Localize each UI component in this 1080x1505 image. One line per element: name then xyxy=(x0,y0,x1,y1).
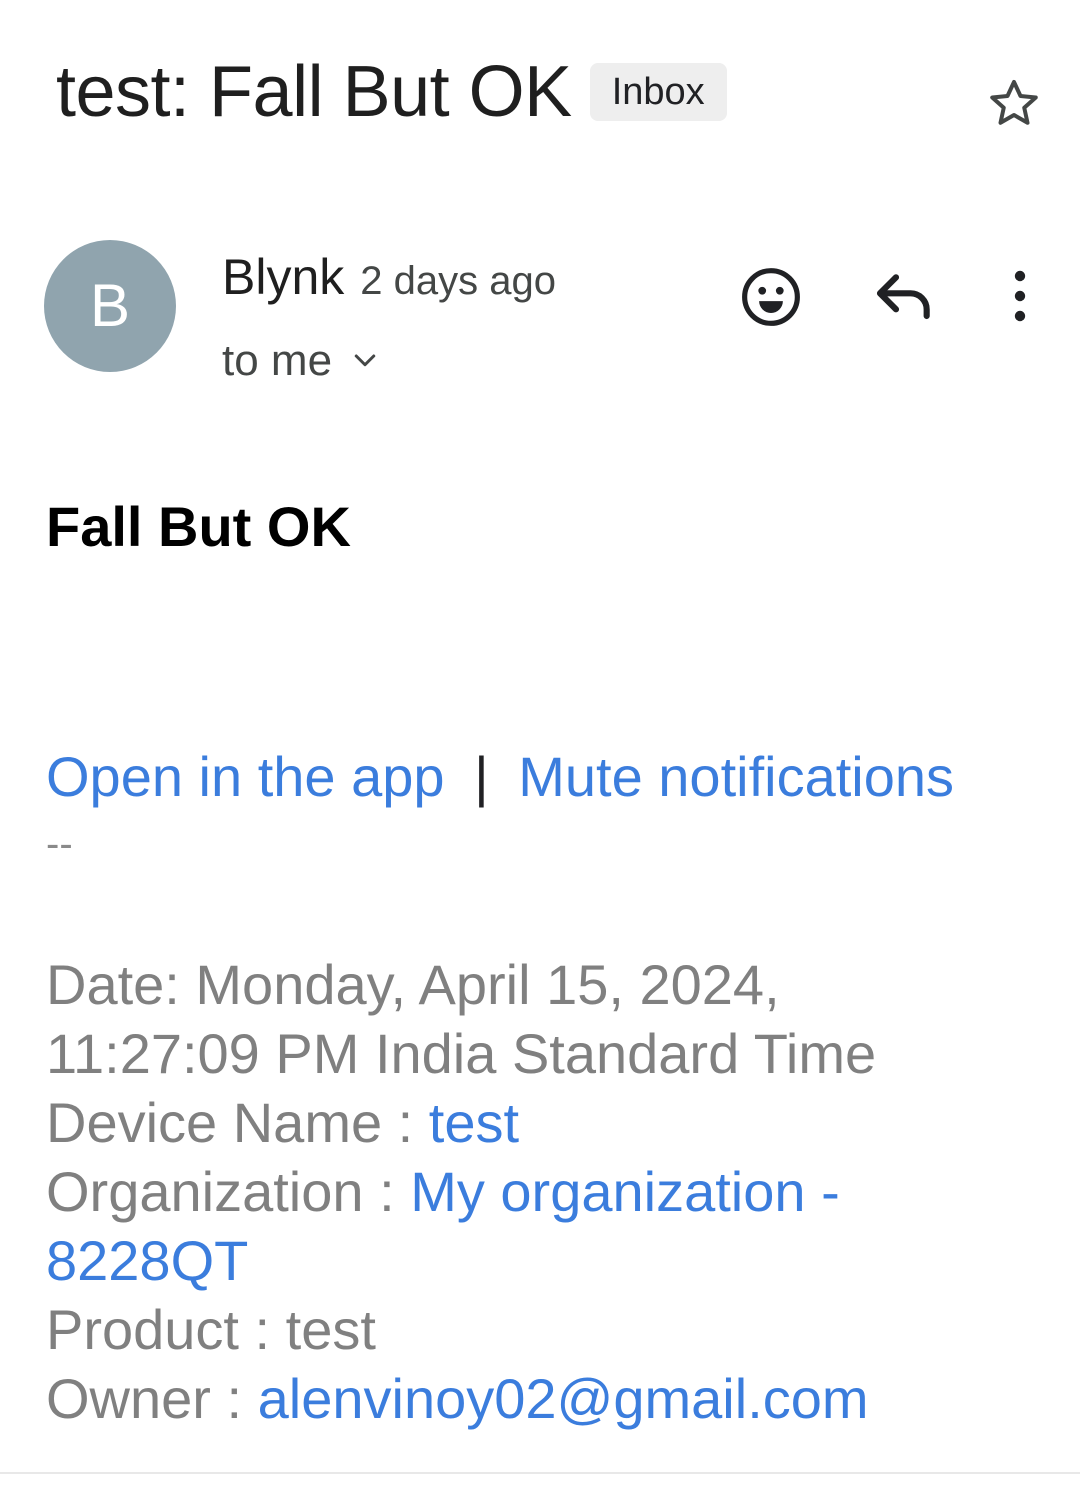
organization-link[interactable]: My organization - xyxy=(410,1160,840,1223)
emoji-icon[interactable] xyxy=(740,266,802,328)
message-body: Fall But OK xyxy=(46,494,1046,560)
message-headline: Fall But OK xyxy=(46,495,351,558)
chevron-down-icon xyxy=(354,354,376,367)
mute-notifications-link[interactable]: Mute notifications xyxy=(518,745,954,808)
organization-line: Organization : My organization - xyxy=(46,1157,1046,1226)
organization-line-2: 8228QT xyxy=(46,1226,1046,1295)
date-line: Date: Monday, April 15, 2024, xyxy=(46,953,780,1016)
email-subject: test: Fall But OK xyxy=(56,52,572,132)
reply-icon[interactable] xyxy=(872,268,936,324)
action-links: Open in the app | Mute notifications xyxy=(46,742,954,812)
sender-name[interactable]: Blynk xyxy=(222,248,344,306)
message-time: 2 days ago xyxy=(360,259,556,303)
sender-avatar[interactable]: B xyxy=(44,240,176,372)
more-vert-icon[interactable] xyxy=(1000,268,1040,324)
inbox-label-chip[interactable]: Inbox xyxy=(589,63,727,121)
device-name-label: Device Name : xyxy=(46,1091,429,1154)
organization-link-cont[interactable]: 8228QT xyxy=(46,1229,248,1292)
open-in-app-link[interactable]: Open in the app xyxy=(46,745,445,808)
subject-row: test: Fall But OK Inbox xyxy=(56,52,727,132)
signature-separator: -- xyxy=(46,822,73,866)
owner-line: Owner : alenvinoy02@gmail.com xyxy=(46,1364,1046,1433)
product-line: Product : test xyxy=(46,1298,376,1361)
star-icon[interactable] xyxy=(984,74,1044,134)
device-name-line: Device Name : test xyxy=(46,1088,1046,1157)
event-details: Date: Monday, April 15, 2024, 11:27:09 P… xyxy=(46,950,1046,1433)
organization-label: Organization : xyxy=(46,1160,411,1223)
recipient-text: to me xyxy=(222,336,333,385)
link-separator: | xyxy=(474,745,489,808)
owner-label: Owner : xyxy=(46,1367,258,1430)
divider xyxy=(0,1472,1080,1474)
time-line: 11:27:09 PM India Standard Time xyxy=(46,1022,877,1085)
owner-email-link[interactable]: alenvinoy02@gmail.com xyxy=(258,1367,869,1430)
recipient-details-toggle[interactable]: to me xyxy=(222,336,380,386)
email-view: test: Fall But OK Inbox B Blynk 2 days a… xyxy=(0,0,1080,1505)
device-name-link[interactable]: test xyxy=(429,1091,519,1154)
sender-row: Blynk 2 days ago xyxy=(222,248,556,306)
